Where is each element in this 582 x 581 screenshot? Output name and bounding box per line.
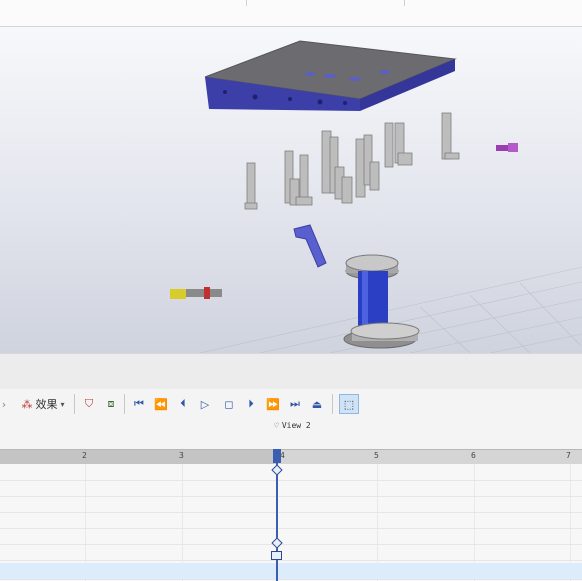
collapsed-menu-arrow-icon[interactable]: ›: [0, 395, 8, 413]
ejector-pins: [244, 112, 460, 210]
panel-splitter[interactable]: [0, 353, 582, 390]
timeline-ruler[interactable]: 2 3 4 5 6 7: [0, 449, 582, 465]
playhead-handle[interactable]: [273, 449, 281, 463]
track-row-selected[interactable]: [0, 563, 582, 580]
view-label: View 2: [281, 421, 311, 430]
guide-bush: [343, 254, 420, 349]
filter-page-icon[interactable]: ⧈: [102, 395, 120, 413]
chevron-down-icon: ▾: [60, 399, 65, 409]
track-row[interactable]: [0, 544, 582, 561]
window-top-bar: [0, 0, 582, 27]
effects-menu-button[interactable]: ⁂ 效果 ▾: [12, 395, 74, 413]
3d-viewport[interactable]: [0, 27, 582, 353]
timeline-tracks[interactable]: [0, 464, 582, 581]
track-row[interactable]: [0, 528, 582, 545]
tick-label: 3: [179, 451, 184, 460]
record-icon[interactable]: ⏏: [308, 395, 326, 413]
toolbar-divider: [124, 394, 125, 414]
track-row[interactable]: [0, 496, 582, 513]
filter-red-icon[interactable]: ⛉: [80, 395, 98, 413]
effects-icon: ⁂: [21, 397, 33, 411]
tick-label: 2: [82, 451, 87, 460]
step-back-icon[interactable]: ⏪: [152, 395, 170, 413]
tick-label: 5: [374, 451, 379, 460]
mold-plate: [204, 40, 457, 111]
play-icon[interactable]: ▷: [196, 395, 214, 413]
toolbar-divider: [332, 394, 333, 414]
view-marker[interactable]: ♡ View 2: [274, 421, 311, 430]
effects-label: 效果: [35, 398, 58, 411]
blue-bracket: [293, 224, 327, 268]
purple-pin-part: [496, 143, 518, 152]
prev-frame-icon[interactable]: ⏴: [174, 395, 192, 413]
yellow-screw: [170, 287, 222, 299]
go-end-icon[interactable]: ⏭: [286, 395, 304, 413]
top-separator: [246, 0, 247, 6]
next-frame-icon[interactable]: ⏵: [242, 395, 260, 413]
ruler-elapsed: [0, 450, 277, 464]
exploded-assembly-scene: [170, 40, 582, 353]
track-row[interactable]: [0, 480, 582, 497]
go-start-icon[interactable]: ⏮: [130, 395, 148, 413]
track-row[interactable]: [0, 464, 582, 481]
stop-icon[interactable]: ◻: [220, 395, 238, 413]
tick-label: 7: [566, 451, 571, 460]
select-mode-icon[interactable]: ⬚: [339, 394, 359, 414]
track-row[interactable]: [0, 512, 582, 529]
view-marker-icon: ♡: [274, 421, 279, 430]
step-forward-icon[interactable]: ⏩: [264, 395, 282, 413]
keyframe-box-marker[interactable]: [271, 551, 282, 560]
tick-label: 6: [471, 451, 476, 460]
toolbar-divider: [74, 394, 75, 414]
animation-toolbar: › ⁂ 效果 ▾ ⛉ ⧈ ⏮ ⏪ ⏴ ▷ ◻ ⏵ ⏩ ⏭ ⏏ ⬚: [0, 389, 582, 420]
top-separator: [404, 0, 405, 6]
